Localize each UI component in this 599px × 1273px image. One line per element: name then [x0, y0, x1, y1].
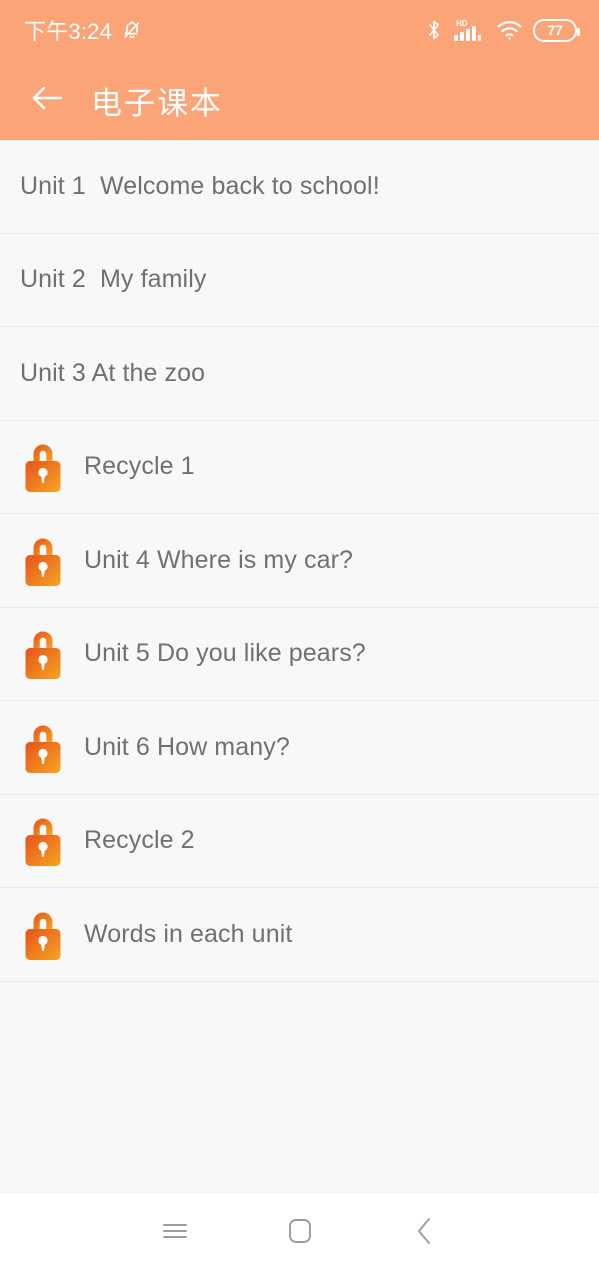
- list-item-label: Recycle 2: [84, 826, 195, 855]
- list-item[interactable]: Unit 6 How many?: [0, 701, 599, 795]
- list-item[interactable]: Unit 4 Where is my car?: [0, 514, 599, 608]
- nav-back-button[interactable]: [380, 1193, 470, 1273]
- battery-level: 77: [547, 22, 563, 38]
- back-button[interactable]: [16, 83, 78, 118]
- list-item[interactable]: Words in each unit: [0, 888, 599, 982]
- list-item[interactable]: Unit 2 My family: [0, 234, 599, 327]
- list-item-label: Unit 4 Where is my car?: [84, 545, 354, 574]
- lock-icon: [25, 444, 61, 493]
- list-item-label: Unit 2 My family: [20, 265, 207, 294]
- list-item[interactable]: Unit 5 Do you like pears?: [0, 608, 599, 701]
- status-bar-right: HD 77: [426, 17, 580, 43]
- svg-text:HD: HD: [456, 19, 468, 28]
- lock-icon: [25, 818, 61, 867]
- list-item-label: Unit 6 How many?: [84, 732, 290, 761]
- bell-muted-icon: [121, 19, 143, 41]
- battery-icon: 77: [533, 18, 580, 42]
- home-square-icon: [286, 1216, 314, 1251]
- app-bar: 电子课本: [0, 60, 599, 140]
- cellular-signal-icon: HD: [452, 17, 486, 43]
- textbook-unit-list: Unit 1 Welcome back to school! Unit 2 My …: [0, 140, 599, 982]
- lock-icon: [25, 631, 61, 680]
- list-item-label: Unit 3 At the zoo: [20, 358, 206, 387]
- page-title: 电子课本: [91, 85, 223, 121]
- list-item-label: Unit 5 Do you like pears?: [84, 639, 366, 668]
- list-item[interactable]: Unit 1 Welcome back to school!: [0, 140, 599, 234]
- nav-home-button[interactable]: [255, 1193, 345, 1273]
- content-area: Unit 1 Welcome back to school! Unit 2 My …: [0, 140, 599, 1192]
- list-item-label: Recycle 1: [84, 452, 195, 481]
- bluetooth-icon: [426, 18, 442, 42]
- list-item-label: Words in each unit: [84, 919, 293, 948]
- chevron-left-icon: [413, 1215, 437, 1252]
- status-bar-left: 下午3:24: [24, 14, 143, 46]
- list-item[interactable]: Recycle 2: [0, 795, 599, 888]
- lock-icon: [25, 538, 61, 586]
- system-navigation-bar: [0, 1192, 599, 1273]
- status-time: 下午3:24: [24, 19, 113, 44]
- list-item-label: Unit 1 Welcome back to school!: [20, 171, 380, 200]
- status-bar: 下午3:24 HD 77: [0, 0, 599, 60]
- menu-icon: [160, 1219, 190, 1248]
- lock-icon: [25, 912, 61, 960]
- list-item[interactable]: Recycle 1: [0, 421, 599, 514]
- wifi-icon: [496, 19, 523, 41]
- nav-recents-button[interactable]: [130, 1193, 220, 1273]
- list-item[interactable]: Unit 3 At the zoo: [0, 327, 599, 421]
- back-arrow-icon: [29, 83, 65, 118]
- lock-icon: [25, 725, 61, 773]
